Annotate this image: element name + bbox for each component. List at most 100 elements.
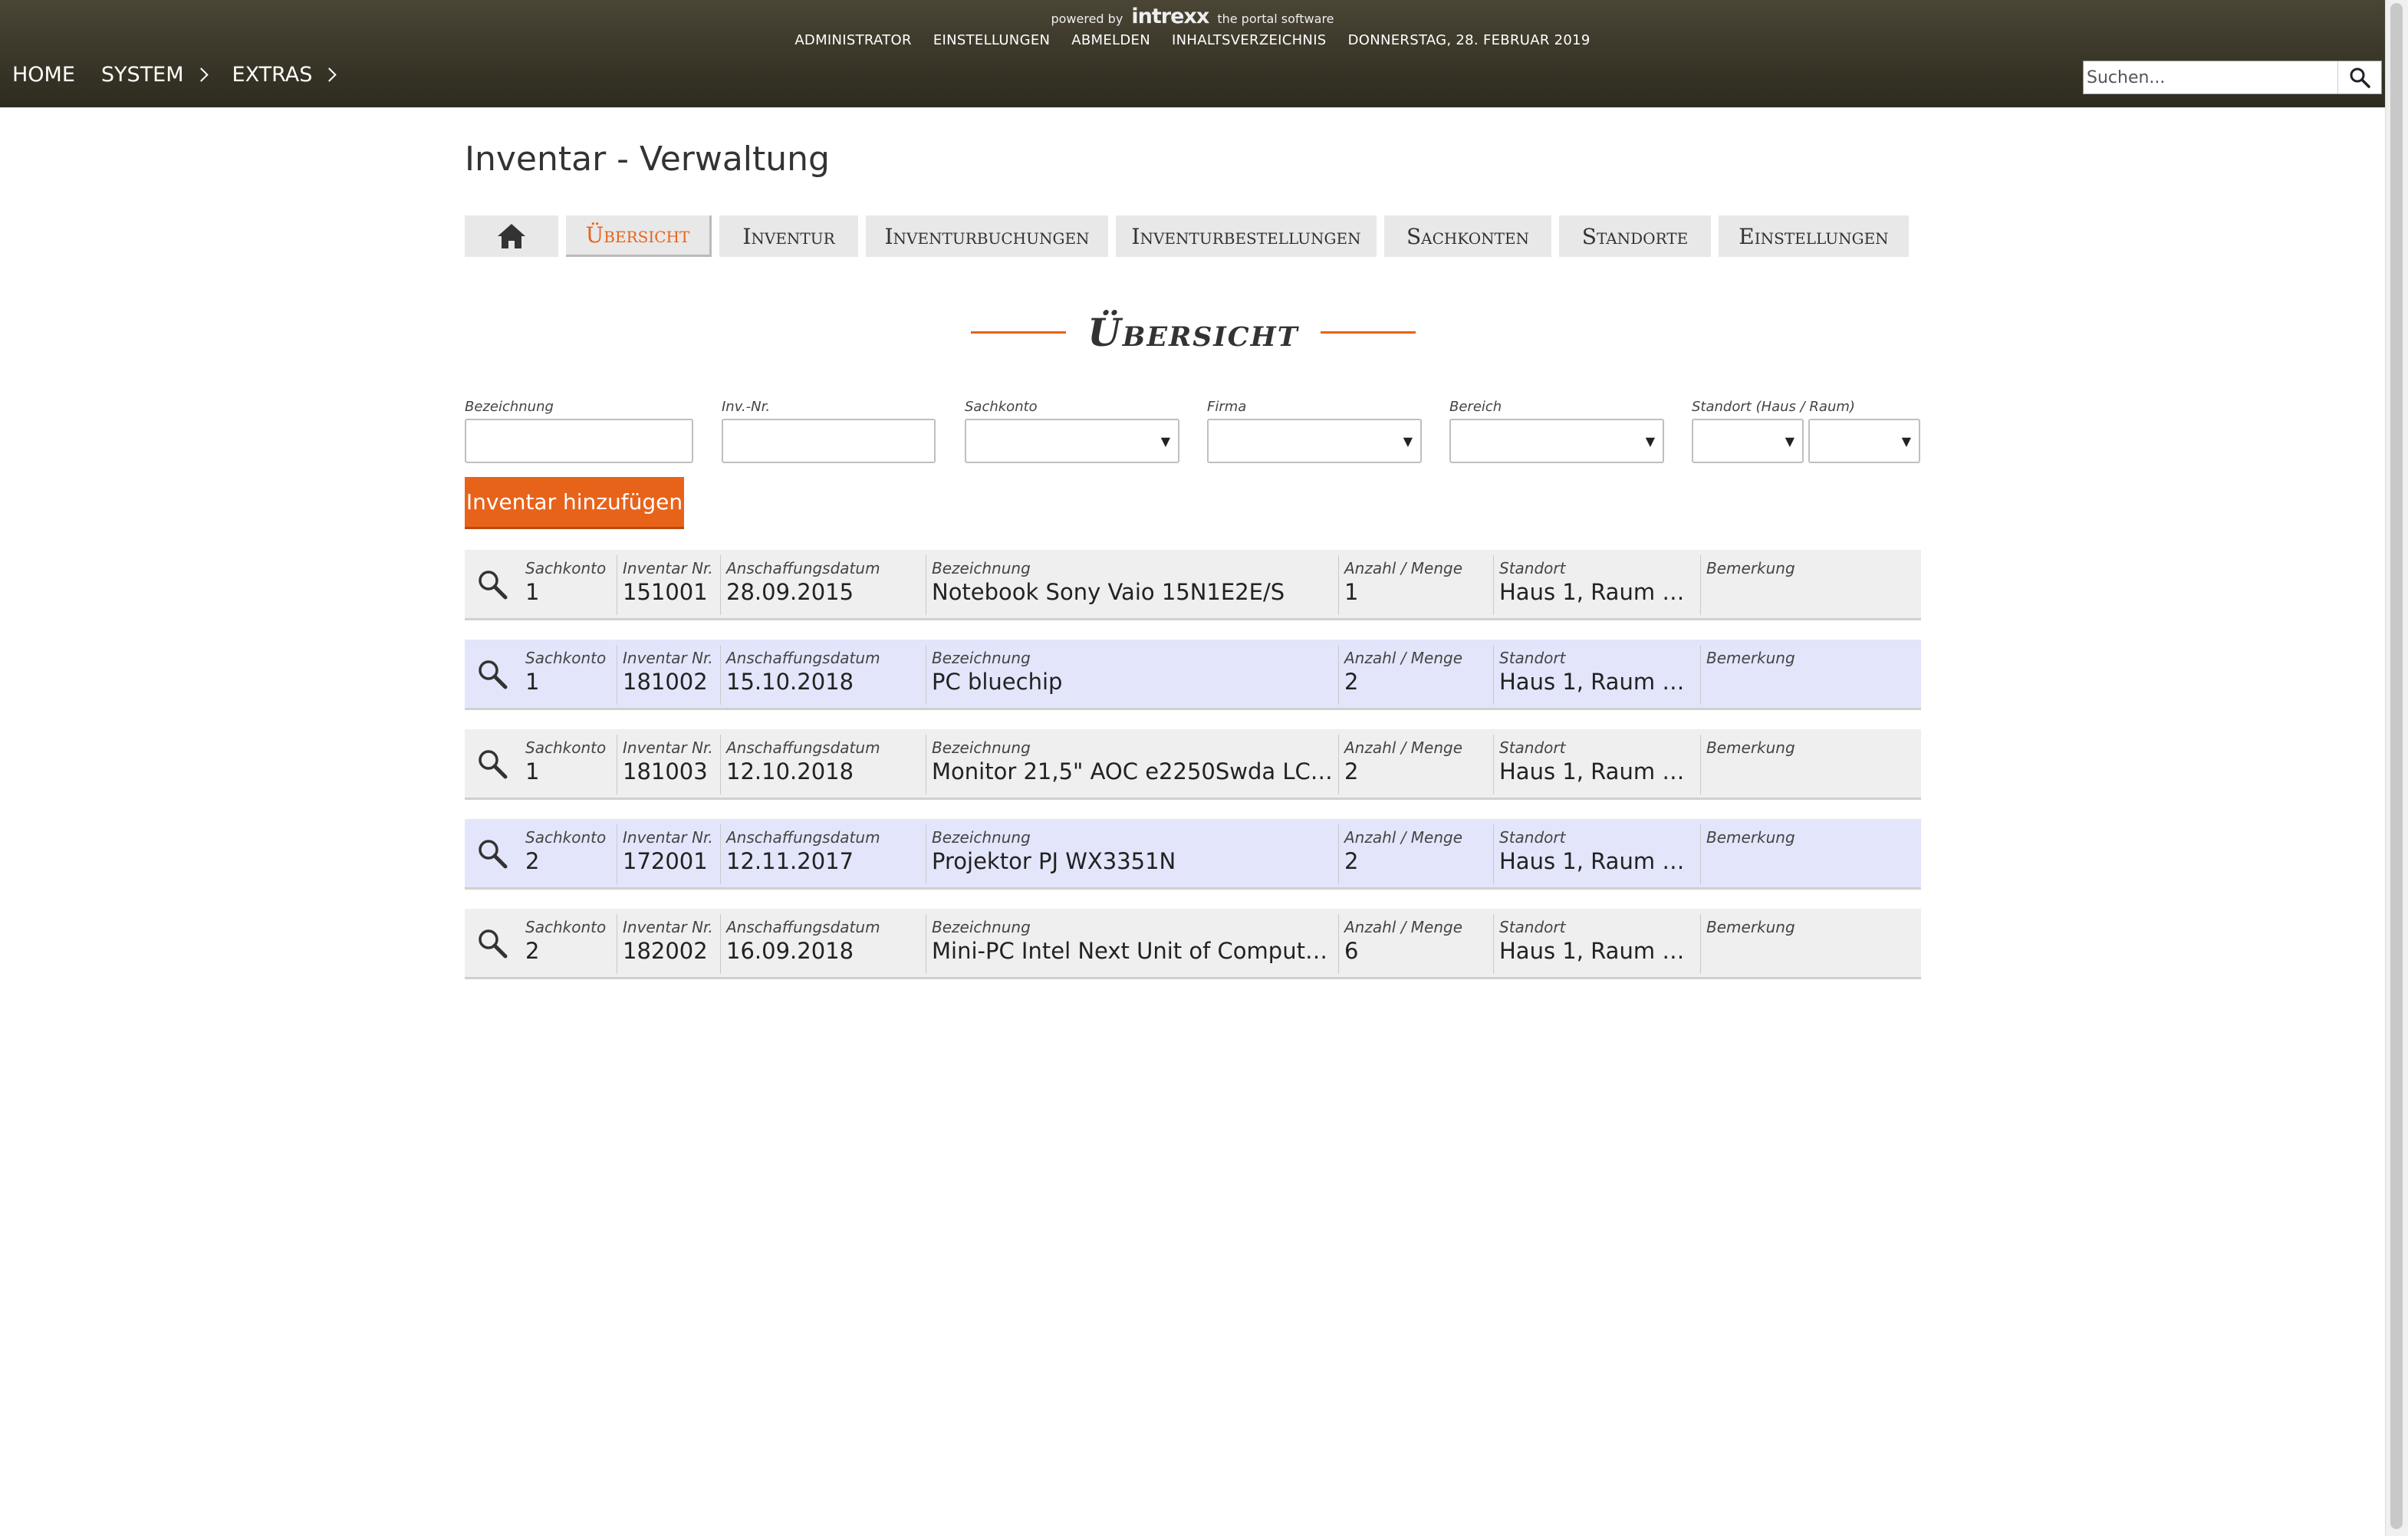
detail-button[interactable]	[465, 819, 520, 887]
cell-bezeichnung: Bezeichnung Monitor 21,5" AOC e2250Swda …	[926, 735, 1338, 794]
cell-value: Haus 1, Raum 001	[1499, 669, 1696, 695]
brand-tagline: the portal software	[1217, 12, 1334, 26]
filter-sachkonto: Sachkonto ▼	[965, 399, 1179, 463]
tab-inventur[interactable]: Inventur	[719, 215, 858, 257]
search-button[interactable]	[2337, 61, 2381, 94]
add-inventory-button[interactable]: Inventar hinzufügen	[465, 477, 684, 529]
cell-value: 1	[525, 758, 540, 784]
detail-button[interactable]	[465, 640, 520, 708]
filter-standort-raum-select[interactable]: ▼	[1808, 419, 1920, 463]
list-item[interactable]: Sachkonto 2 Inventar Nr. 172001 Anschaff…	[465, 819, 1921, 890]
meta-link-inhaltsverzeichnis[interactable]: INHALTSVERZEICHNIS	[1172, 32, 1327, 48]
cell-standort: Standort Haus 1, Raum 001	[1493, 735, 1700, 794]
powered-prefix: powered by	[1051, 12, 1123, 26]
search-icon	[479, 929, 508, 958]
cell-sachkonto: Sachkonto 1	[520, 550, 617, 618]
filter-bezeichnung-label: Bezeichnung	[465, 399, 554, 415]
cell-label: Anzahl / Menge	[1344, 559, 1463, 577]
scrollbar-thumb[interactable]	[2390, 3, 2403, 1529]
tab-home[interactable]	[465, 215, 558, 257]
cell-value: Mini-PC Intel Next Unit of Computin...	[932, 938, 1334, 964]
cell-sachkonto: Sachkonto 2	[520, 819, 617, 887]
cell-inventar-nr: Inventar Nr. 151001	[617, 555, 720, 615]
dropdown-caret-icon: ▼	[1403, 433, 1413, 449]
search-icon	[479, 749, 508, 778]
cell-value: 16.09.2018	[726, 938, 854, 964]
cell-label: Bemerkung	[1706, 828, 1795, 847]
detail-button[interactable]	[465, 729, 520, 798]
search-box	[2083, 61, 2382, 94]
list-item[interactable]: Sachkonto 2 Inventar Nr. 182002 Anschaff…	[465, 909, 1921, 979]
tab-standorte[interactable]: Standorte	[1559, 215, 1711, 257]
brand-logo: intrexx	[1131, 5, 1209, 28]
cell-bemerkung: Bemerkung	[1700, 914, 1921, 974]
section-heading: Übersicht	[971, 304, 1416, 360]
list-item[interactable]: Sachkonto 1 Inventar Nr. 151001 Anschaff…	[465, 550, 1921, 620]
cell-label: Inventar Nr.	[623, 559, 713, 577]
cell-label: Anschaffungsdatum	[726, 559, 880, 577]
nav-home[interactable]: HOME	[12, 63, 75, 87]
cell-label: Inventar Nr.	[623, 828, 713, 847]
nav-system[interactable]: SYSTEM	[100, 63, 209, 87]
filter-standort-haus-select[interactable]: ▼	[1692, 419, 1804, 463]
main-nav: HOME SYSTEM EXTRAS	[12, 63, 337, 87]
filter-firma-select[interactable]: ▼	[1207, 419, 1422, 463]
cell-label: Standort	[1499, 918, 1566, 936]
nav-system-label: SYSTEM	[100, 63, 184, 87]
search-input[interactable]	[2084, 61, 2337, 94]
cell-bezeichnung: Bezeichnung Notebook Sony Vaio 15N1E2E/S	[926, 555, 1338, 615]
meta-link-einstellungen[interactable]: EINSTELLUNGEN	[933, 32, 1050, 48]
filter-bereich-select[interactable]: ▼	[1449, 419, 1664, 463]
cell-value: Haus 1, Raum 002	[1499, 848, 1696, 874]
cell-value: 6	[1344, 938, 1359, 964]
cell-label: Bezeichnung	[932, 828, 1031, 847]
cell-label: Bezeichnung	[932, 649, 1031, 667]
tab-uebersicht[interactable]: Übersicht	[566, 215, 712, 257]
cell-value: 12.10.2018	[726, 758, 854, 784]
list-item[interactable]: Sachkonto 1 Inventar Nr. 181003 Anschaff…	[465, 729, 1921, 800]
tab-einstellungen[interactable]: Einstellungen	[1719, 215, 1909, 257]
search-icon	[479, 570, 508, 599]
cell-label: Anzahl / Menge	[1344, 738, 1463, 757]
detail-button[interactable]	[465, 550, 520, 618]
cell-standort: Standort Haus 1, Raum 001	[1493, 645, 1700, 705]
cell-value: 182002	[623, 938, 708, 964]
cell-label: Sachkonto	[525, 559, 607, 577]
filter-firma-label: Firma	[1207, 399, 1247, 415]
cell-label: Standort	[1499, 738, 1566, 757]
cell-bemerkung: Bemerkung	[1700, 645, 1921, 705]
meta-link-abmelden[interactable]: ABMELDEN	[1071, 32, 1150, 48]
cell-label: Sachkonto	[525, 649, 607, 667]
filter-sachkonto-label: Sachkonto	[965, 399, 1038, 415]
filter-bezeichnung: Bezeichnung	[465, 399, 693, 463]
filter-sachkonto-select[interactable]: ▼	[965, 419, 1179, 463]
chevron-right-icon	[322, 67, 337, 82]
cell-value: 1	[525, 669, 540, 695]
cell-datum: Anschaffungsdatum 15.10.2018	[720, 645, 926, 705]
filter-firma: Firma ▼	[1207, 399, 1422, 463]
nav-extras[interactable]: EXTRAS	[232, 63, 337, 87]
vertical-scrollbar[interactable]	[2385, 0, 2408, 1536]
tab-sachkonten[interactable]: Sachkonten	[1384, 215, 1551, 257]
meta-link-administrator[interactable]: ADMINISTRATOR	[794, 32, 911, 48]
cell-value: Haus 1, Raum 001	[1499, 579, 1696, 605]
tab-inventurbuchungen[interactable]: Inventurbuchungen	[866, 215, 1108, 257]
cell-value: 151001	[623, 579, 708, 605]
dropdown-caret-icon: ▼	[1901, 433, 1911, 449]
filter-bezeichnung-input[interactable]	[466, 419, 684, 462]
cell-label: Bezeichnung	[932, 738, 1031, 757]
cell-label: Anschaffungsdatum	[726, 738, 880, 757]
tab-inventurbestellungen[interactable]: Inventurbestellungen	[1116, 215, 1377, 257]
list-item[interactable]: Sachkonto 1 Inventar Nr. 181002 Anschaff…	[465, 640, 1921, 710]
filter-standort-label: Standort (Haus / Raum)	[1692, 399, 1855, 415]
section-heading-text: Übersicht	[1087, 309, 1299, 355]
cell-datum: Anschaffungsdatum 12.10.2018	[720, 735, 926, 794]
cell-inventar-nr: Inventar Nr. 181002	[617, 645, 720, 705]
cell-value: 2	[1344, 848, 1359, 874]
cell-bemerkung: Bemerkung	[1700, 735, 1921, 794]
detail-button[interactable]	[465, 909, 520, 977]
cell-anzahl: Anzahl / Menge 2	[1338, 645, 1493, 705]
cell-label: Standort	[1499, 828, 1566, 847]
filter-inv-nr-input[interactable]	[723, 419, 926, 462]
dropdown-caret-icon: ▼	[1645, 433, 1655, 449]
